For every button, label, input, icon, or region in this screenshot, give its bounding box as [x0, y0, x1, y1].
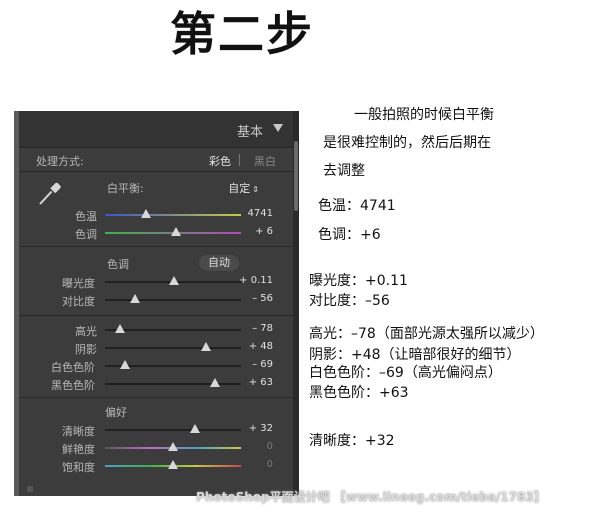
white-balance-select[interactable]: 自定 ⇕: [228, 180, 259, 196]
slider-shadows[interactable]: 阴影 + 48: [19, 340, 293, 356]
note-intro-line3: 去调整: [323, 163, 365, 179]
slider-value[interactable]: – 56: [252, 293, 273, 304]
basic-panel: 基本 处理方式: 彩色 黑白 白平衡: 自定 ⇕ 色温 4741 色调 + 6 色…: [14, 111, 299, 496]
slider-contrast[interactable]: 对比度 – 56: [19, 292, 293, 308]
treatment-row: 处理方式: 彩色 黑白: [19, 147, 293, 171]
slider-highlights[interactable]: 高光 – 78: [19, 322, 293, 338]
note-intro-line2: 是很难控制的，然后后期在: [323, 135, 491, 151]
slider-label: 清晰度: [62, 425, 95, 438]
eyedropper-icon[interactable]: [36, 179, 64, 207]
slider-knob[interactable]: [120, 360, 131, 369]
slider-knob[interactable]: [169, 276, 180, 285]
slider-label: 阴影: [75, 343, 97, 356]
watermark: PhotoShop平面设计吧 【www.lineeg.com/tieba/178…: [196, 490, 546, 504]
slider-value[interactable]: + 0.11: [239, 275, 273, 286]
divider: [19, 315, 293, 316]
note-whites: 白色色阶：–69（高光偏闷点）: [309, 365, 502, 381]
note-highlights: 高光：–78（面部光源太强所以减少）: [309, 326, 544, 342]
collapse-triangle-icon[interactable]: [273, 124, 283, 132]
slider-track[interactable]: [105, 299, 241, 301]
treatment-label: 处理方式:: [36, 155, 84, 168]
slider-value[interactable]: 0: [267, 459, 273, 470]
slider-value[interactable]: 4741: [248, 208, 273, 219]
divider: [19, 171, 293, 172]
white-balance-label: 白平衡:: [107, 182, 144, 195]
slider-knob[interactable]: [200, 342, 211, 351]
slider-track[interactable]: [105, 347, 241, 349]
slider-label: 饱和度: [62, 461, 95, 474]
slider-label: 对比度: [62, 295, 95, 308]
panel-header[interactable]: 基本: [19, 111, 293, 148]
note-intro-line1: 一般拍照的时候白平衡: [354, 107, 494, 123]
note-temp: 色温：4741: [318, 198, 396, 214]
divider: [19, 397, 293, 398]
slider-value[interactable]: 0: [267, 441, 273, 452]
slider-tint[interactable]: 色调 + 6: [19, 225, 293, 241]
slider-track[interactable]: [105, 429, 241, 431]
divider: [19, 246, 293, 247]
slider-value[interactable]: + 32: [249, 423, 273, 434]
slider-knob[interactable]: [168, 460, 178, 469]
note-blacks: 黑色色阶：+63: [309, 385, 409, 401]
slider-value[interactable]: – 78: [252, 323, 273, 334]
slider-knob[interactable]: [210, 378, 221, 387]
panel-title: 基本: [236, 125, 263, 140]
slider-knob[interactable]: [129, 294, 140, 303]
slider-knob[interactable]: [168, 442, 178, 451]
step-title: 第二步: [170, 7, 314, 61]
auto-tone-button[interactable]: 自动: [199, 255, 239, 271]
slider-knob[interactable]: [170, 227, 181, 236]
slider-value[interactable]: + 6: [255, 226, 273, 237]
slider-track[interactable]: [105, 383, 241, 385]
slider-label: 鲜艳度: [62, 443, 95, 456]
slider-temp[interactable]: 色温 4741: [19, 207, 293, 223]
slider-track[interactable]: [105, 214, 241, 216]
slider-label: 黑色色阶: [51, 379, 95, 392]
note-contrast: 对比度：–56: [309, 293, 390, 309]
slider-saturation[interactable]: 饱和度 0: [19, 458, 293, 474]
slider-track[interactable]: [105, 329, 241, 331]
white-balance-value: 自定: [228, 182, 251, 195]
divider: [239, 154, 240, 166]
slider-label: 曝光度: [62, 277, 95, 290]
slider-knob[interactable]: [189, 424, 200, 433]
note-shadows: 阴影：+48（让暗部很好的细节）: [309, 347, 521, 363]
note-exposure: 曝光度：+0.11: [309, 273, 408, 289]
slider-label: 色调: [75, 228, 97, 241]
note-tint: 色调：+6: [318, 227, 381, 243]
resize-corner-icon[interactable]: [27, 486, 33, 492]
presence-section-title: 偏好: [105, 406, 127, 419]
slider-clarity[interactable]: 清晰度 + 32: [19, 422, 293, 438]
slider-knob[interactable]: [114, 324, 125, 333]
slider-label: 高光: [75, 325, 97, 338]
slider-exposure[interactable]: 曝光度 + 0.11: [19, 274, 293, 290]
treatment-color-option[interactable]: 彩色: [209, 153, 231, 169]
slider-value[interactable]: + 63: [249, 377, 273, 388]
panel-scrollbar[interactable]: [293, 111, 299, 496]
slider-vibrance[interactable]: 鲜艳度 0: [19, 440, 293, 456]
treatment-bw-option[interactable]: 黑白: [254, 153, 276, 169]
slider-blacks[interactable]: 黑色色阶 + 63: [19, 376, 293, 392]
tone-section-title: 色调: [107, 258, 129, 271]
slider-knob[interactable]: [140, 209, 151, 218]
note-clarity: 清晰度：+32: [309, 433, 395, 449]
slider-label: 白色色阶: [51, 361, 95, 374]
slider-label: 色温: [75, 210, 97, 223]
updown-arrow-icon: ⇕: [252, 185, 259, 194]
slider-value[interactable]: + 48: [249, 341, 273, 352]
slider-whites[interactable]: 白色色阶 – 69: [19, 358, 293, 374]
slider-value[interactable]: – 69: [252, 359, 273, 370]
scrollbar-thumb[interactable]: [294, 141, 298, 211]
